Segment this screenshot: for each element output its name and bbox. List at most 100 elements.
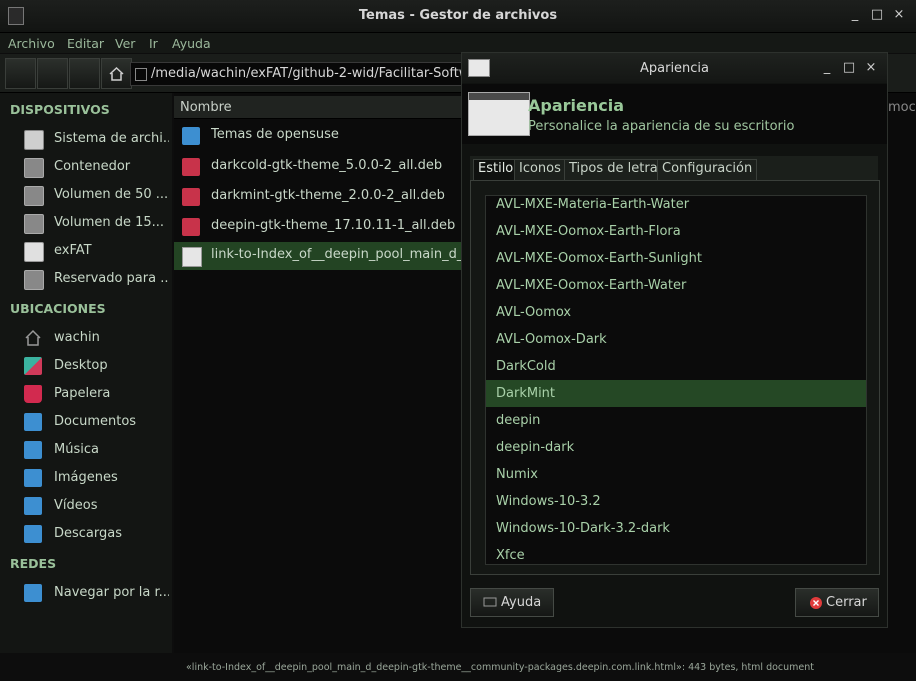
home-button[interactable] [101,58,132,89]
deb-package-icon [182,218,200,236]
theme-label: AVL-Oomox [496,305,572,320]
sidebar-item-pictures[interactable]: Imágenes [0,465,172,491]
title-bar[interactable]: Temas - Gestor de archivos _ □ × [0,0,916,33]
tab-tipos-de-letra[interactable]: Tipos de letra [564,159,663,181]
sidebar-item-label: Volumen de 15... [54,215,165,230]
file-item-link-selected[interactable]: link-to-Index_of__deepin_pool_main_d_d [174,242,474,270]
theme-label: AVL-MXE-Oomox-Earth-Flora [496,224,681,239]
theme-label: deepin [496,413,541,428]
pictures-folder-icon [24,469,42,487]
sidebar-item-documents[interactable]: Documentos [0,409,172,435]
theme-item[interactable]: Numix [486,461,866,488]
sidebar-item-trash[interactable]: Papelera [0,381,172,407]
forward-button[interactable] [37,58,68,89]
style-tab-panel: AVL-MXE-Materia-Earth-Water AVL-MXE-Oomo… [470,180,880,575]
deb-package-icon [182,158,200,176]
maximize-icon[interactable]: □ [868,6,886,24]
status-text: «link-to-Index_of__deepin_pool_main_d_de… [186,662,815,673]
tab-iconos[interactable]: Iconos [514,159,566,181]
drive-icon [24,186,44,206]
theme-list[interactable]: AVL-MXE-Materia-Earth-Water AVL-MXE-Oomo… [485,195,867,565]
dialog-maximize-icon[interactable]: □ [840,59,858,77]
theme-item[interactable]: AVL-Oomox-Dark [486,326,866,353]
network-icon [24,584,42,602]
sidebar-item-container[interactable]: Contenedor [0,154,172,180]
sidebar-item-videos[interactable]: Vídeos [0,493,172,519]
close-button-label: Cerrar [826,595,867,610]
sidebar-item-volume-15[interactable]: Volumen de 15... [0,210,172,236]
theme-item[interactable]: AVL-MXE-Oomox-Earth-Water [486,272,866,299]
sidebar: DISPOSITIVOS Sistema de archi... Contene… [0,93,172,653]
sidebar-section-network: REDES [10,556,57,571]
theme-item[interactable]: Windows-10-3.2 [486,488,866,515]
theme-item[interactable]: Windows-10-Dark-3.2-dark [486,515,866,542]
sidebar-item-label: Reservado para ... [54,271,169,286]
dialog-title-bar[interactable]: Apariencia _ □ × [462,53,887,83]
sidebar-item-exfat[interactable]: exFAT [0,238,172,264]
sidebar-item-system[interactable]: Sistema de archi... [0,126,172,152]
dialog-close-icon[interactable]: × [862,59,880,77]
file-item-deb[interactable]: darkcold-gtk-theme_5.0.0-2_all.deb [174,153,474,181]
menu-editar[interactable]: Editar [67,36,104,51]
sidebar-item-network[interactable]: Navegar por la r... [0,580,172,606]
sidebar-item-label: exFAT [54,243,92,258]
drive-icon [24,270,44,290]
usb-drive-icon [24,242,44,262]
sidebar-item-label: Contenedor [54,159,131,174]
theme-item[interactable]: deepin [486,407,866,434]
theme-item[interactable]: Xfce [486,542,866,564]
status-bar: «link-to-Index_of__deepin_pool_main_d_de… [174,658,916,680]
file-label: darkcold-gtk-theme_5.0.0-2_all.deb [211,158,443,173]
theme-label: AVL-MXE-Materia-Earth-Water [496,197,690,212]
dialog-minimize-icon[interactable]: _ [818,59,836,77]
column-header-name[interactable]: Nombre [174,96,474,119]
theme-item[interactable]: AVL-Oomox [486,299,866,326]
theme-label: DarkCold [496,359,556,374]
close-icon[interactable]: × [890,6,908,24]
videos-folder-icon [24,497,42,515]
sidebar-section-places: UBICACIONES [10,301,106,316]
menu-ir[interactable]: Ir [149,36,158,51]
menu-ayuda[interactable]: Ayuda [172,36,211,51]
theme-item[interactable]: AVL-MXE-Materia-Earth-Water [486,196,866,218]
location-path[interactable]: /media/wachin/exFAT/github-2-wid/Facilit… [151,66,477,81]
sidebar-item-music[interactable]: Música [0,437,172,463]
sidebar-item-desktop[interactable]: Desktop [0,353,172,379]
menu-ver[interactable]: Ver [115,36,135,51]
sidebar-item-label: Descargas [54,526,123,541]
file-item-deb[interactable]: deepin-gtk-theme_17.10.11-1_all.deb [174,213,474,241]
home-icon [109,66,124,81]
parent-folder-button[interactable] [69,58,100,89]
menu-archivo[interactable]: Archivo [8,36,55,51]
theme-item[interactable]: AVL-MXE-Oomox-Earth-Flora [486,218,866,245]
tab-estilo[interactable]: Estilo [473,159,519,181]
downloads-folder-icon [24,525,42,543]
theme-item-selected[interactable]: DarkMint [486,380,866,407]
help-button[interactable]: Ayuda [470,588,554,617]
theme-item[interactable]: deepin-dark [486,434,866,461]
appearance-icon [468,92,530,136]
sidebar-item-volume-50[interactable]: Volumen de 50 ... [0,182,172,208]
file-item-folder[interactable]: Temas de opensuse [174,122,474,150]
back-button[interactable] [5,58,36,89]
sidebar-item-downloads[interactable]: Descargas [0,521,172,547]
sidebar-item-reserved[interactable]: Reservado para ... [0,266,172,292]
tab-configuracion[interactable]: Configuración [657,159,758,181]
close-circle-icon [810,597,822,609]
sidebar-item-home[interactable]: wachin [0,325,172,351]
sidebar-item-label: Sistema de archi... [54,131,169,146]
trash-icon [24,385,42,403]
deb-package-icon [182,188,200,206]
minimize-icon[interactable]: _ [846,6,864,24]
window-title: Temas - Gestor de archivos [358,8,558,23]
file-item-deb[interactable]: darkmint-gtk-theme_2.0.0-2_all.deb [174,183,474,211]
text-file-icon [182,247,202,267]
location-bar[interactable]: /media/wachin/exFAT/github-2-wid/Facilit… [130,62,477,86]
sidebar-item-label: wachin [54,330,100,345]
close-button[interactable]: Cerrar [795,588,879,617]
theme-item[interactable]: AVL-MXE-Oomox-Earth-Sunlight [486,245,866,272]
music-folder-icon [24,441,42,459]
theme-item[interactable]: DarkCold [486,353,866,380]
sidebar-item-label: Imágenes [54,470,118,485]
desktop-icon [24,357,42,375]
